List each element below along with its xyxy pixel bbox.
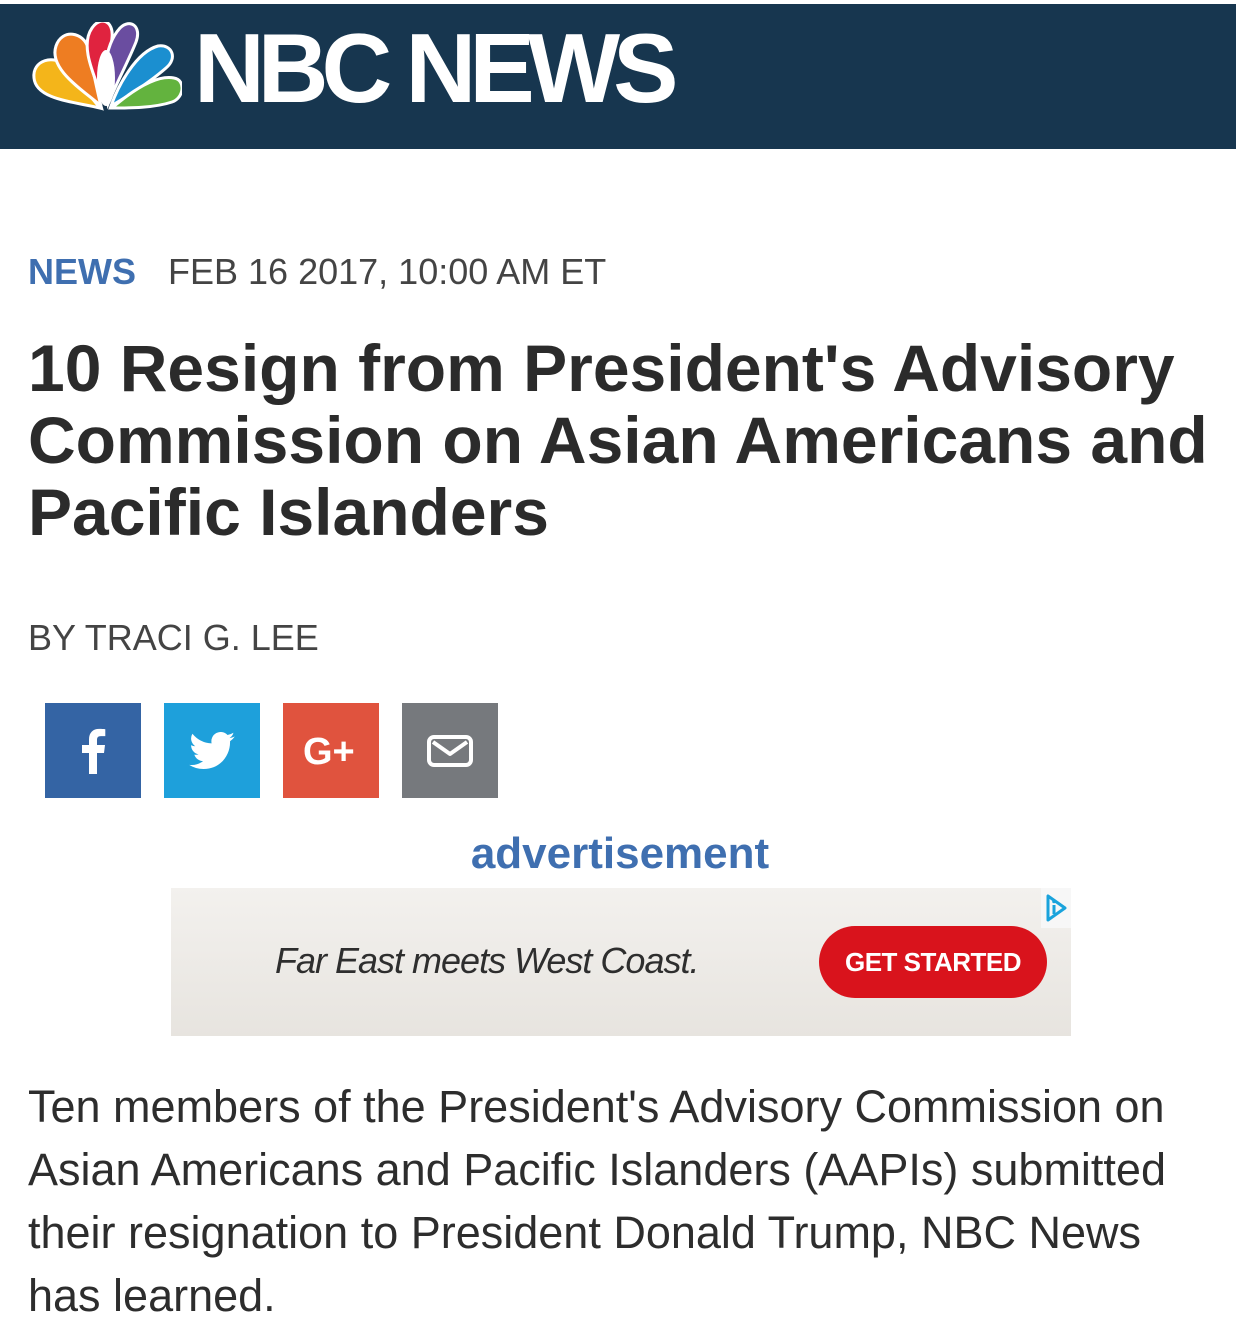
facebook-icon [82, 728, 106, 774]
share-bar: G+ [45, 703, 498, 798]
ad-tagline: Far East meets West Coast. [275, 940, 699, 981]
ad-banner[interactable]: Far East meets West Coast. GET STARTED [171, 888, 1071, 1036]
article-headline: 10 Resign from President's Advisory Comm… [28, 331, 1208, 549]
site-header: NBC NEWS [0, 4, 1236, 149]
facebook-share-button[interactable] [45, 703, 141, 798]
nbc-news-logo[interactable]: NBC NEWS [30, 13, 679, 123]
article-byline: BY TRACI G. LEE [28, 617, 319, 658]
svg-text:G+: G+ [303, 731, 355, 771]
nbc-peacock-icon [32, 22, 182, 111]
twitter-share-button[interactable] [164, 703, 260, 798]
advertisement-label: advertisement [470, 829, 770, 878]
adchoices-button[interactable] [1041, 888, 1071, 928]
google-plus-share-button[interactable]: G+ [283, 703, 379, 798]
twitter-icon [189, 731, 235, 769]
adchoices-icon [1046, 894, 1067, 922]
email-icon [427, 734, 473, 767]
section-link[interactable]: NEWS [28, 251, 136, 292]
email-share-button[interactable] [402, 703, 498, 798]
logo-wordmark: NBC NEWS [194, 13, 679, 123]
google-plus-icon: G+ [303, 731, 355, 771]
article-meta: NEWS FEB 16 2017, 10:00 AM ET [28, 250, 606, 294]
article-body-paragraph: Ten members of the President's Advisory … [28, 1081, 1166, 1321]
article-date: FEB 16 2017, 10:00 AM ET [168, 251, 607, 292]
ad-get-started-button[interactable]: GET STARTED [819, 926, 1047, 998]
